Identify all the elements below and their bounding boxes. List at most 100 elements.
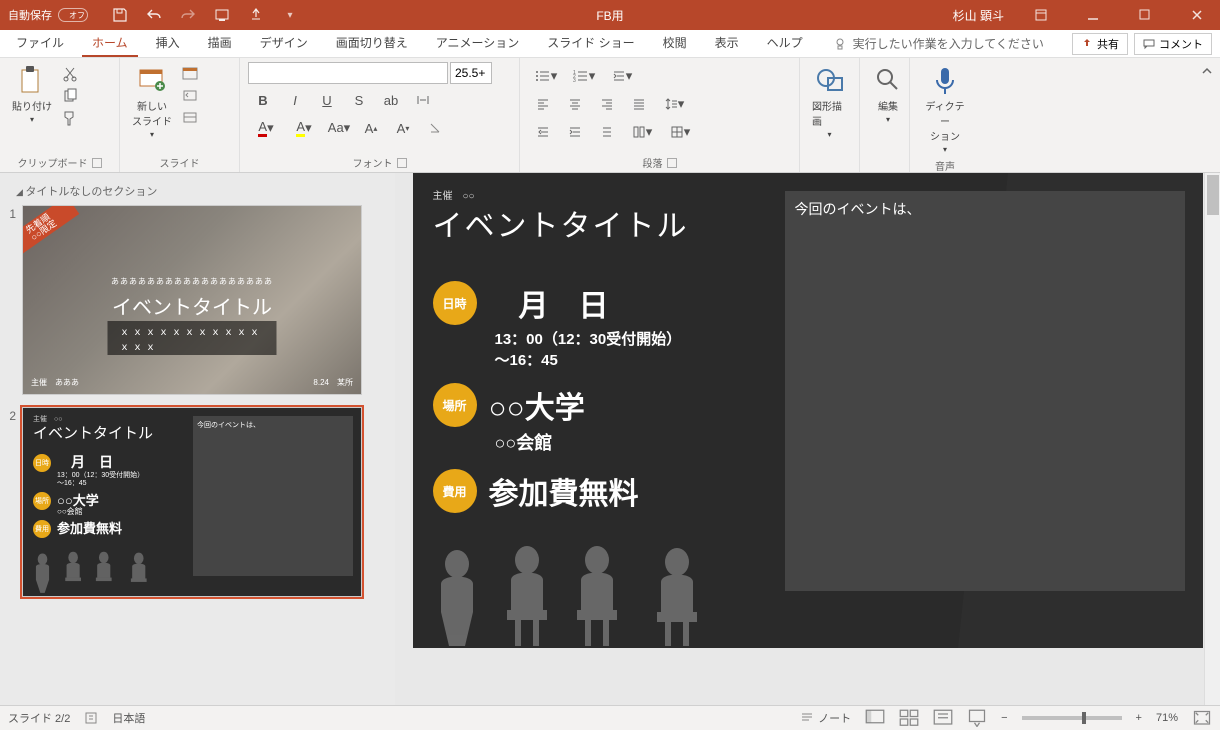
scrollbar-thumb[interactable] — [1207, 175, 1219, 215]
tab-insert[interactable]: 挿入 — [146, 30, 190, 57]
font-launcher[interactable] — [397, 158, 407, 168]
place-sub[interactable]: ○○会館 — [495, 429, 553, 455]
fit-window-icon[interactable] — [1192, 710, 1212, 726]
italic-button[interactable]: I — [280, 88, 310, 112]
tab-slideshow[interactable]: スライド ショー — [537, 30, 644, 57]
paste-button[interactable]: 貼り付け▾ — [8, 62, 56, 126]
copy-icon[interactable] — [62, 88, 78, 104]
accessibility-icon[interactable] — [84, 711, 98, 725]
line-spacing-button[interactable]: ▾ — [656, 92, 692, 116]
grow-font-button[interactable]: A▴ — [356, 116, 386, 140]
minimize-icon[interactable] — [1070, 0, 1116, 30]
place-main[interactable]: ○○大学 — [489, 383, 585, 427]
share-button[interactable]: 共有 — [1072, 33, 1128, 55]
touch-mode-icon[interactable] — [248, 7, 264, 23]
clipboard-launcher[interactable] — [92, 158, 102, 168]
shadow-button[interactable]: ab — [376, 88, 406, 112]
section-name[interactable]: タイトルなしのセクション — [2, 181, 385, 205]
date-sub1[interactable]: 13：00（12：30受付開始） — [495, 328, 682, 349]
shapes-button[interactable]: 図形描画▾ — [808, 62, 851, 141]
format-painter-icon[interactable] — [62, 110, 78, 126]
font-name-combo[interactable] — [248, 62, 448, 84]
highlight-button[interactable]: A▾ — [286, 116, 322, 140]
cut-icon[interactable] — [62, 66, 78, 82]
font-size-combo[interactable]: 25.5+ — [450, 62, 492, 84]
char-spacing-button[interactable] — [408, 88, 438, 112]
autosave-switch[interactable]: オフ — [58, 8, 88, 22]
bullets-button[interactable]: ▾ — [528, 64, 564, 88]
date-main[interactable]: 月 日 — [489, 281, 609, 325]
autosave-toggle[interactable]: 自動保存 オフ — [8, 7, 88, 23]
align-right-button[interactable] — [592, 92, 622, 116]
zoom-slider-thumb[interactable] — [1082, 712, 1086, 724]
clear-format-button[interactable] — [420, 116, 450, 140]
save-icon[interactable] — [112, 7, 128, 23]
indent-more-button[interactable]: ▾ — [604, 64, 640, 88]
language-indicator[interactable]: 日本語 — [112, 710, 145, 726]
current-slide[interactable]: 主催 ○○ イベントタイトル 日時 月 日 13：00（12：30受付開始） ～… — [413, 173, 1203, 648]
normal-view-icon[interactable] — [865, 710, 885, 726]
increase-indent-button[interactable] — [560, 120, 590, 144]
slide-title[interactable]: イベントタイトル — [433, 201, 689, 245]
font-color-button[interactable]: A▾ — [248, 116, 284, 140]
slide-thumbnail-2[interactable]: 主催 ○○ イベントタイトル 日時 月 日 13：00（12：30受付開始） ～… — [22, 407, 362, 597]
date-badge[interactable]: 日時 — [433, 281, 477, 325]
maximize-icon[interactable] — [1122, 0, 1168, 30]
slide-thumbnails-panel[interactable]: タイトルなしのセクション 1 先着順 ○○限定 ああああああああああああああああ… — [0, 173, 395, 705]
tab-file[interactable]: ファイル — [6, 30, 74, 57]
fee-badge[interactable]: 費用 — [433, 469, 477, 513]
zoom-slider[interactable] — [1022, 716, 1122, 720]
tab-home[interactable]: ホーム — [82, 30, 138, 57]
strike-button[interactable]: S — [344, 88, 374, 112]
zoom-in-button[interactable]: + — [1136, 712, 1142, 724]
change-case-button[interactable]: Aa▾ — [324, 116, 354, 140]
slide-right-textbox[interactable]: 今回のイベントは、 — [785, 191, 1185, 591]
slide-thumbnail-1[interactable]: 先着順 ○○限定 ああああああああああああああああああ イベントタイトル ｘｘｘ… — [22, 205, 362, 395]
tab-review[interactable]: 校閲 — [653, 30, 697, 57]
dictation-button[interactable]: ディクテー ション▾ — [918, 62, 972, 156]
smartart-button[interactable]: ▾ — [662, 120, 698, 144]
fee-main[interactable]: 参加費無料 — [489, 469, 639, 513]
tab-draw[interactable]: 描画 — [198, 30, 242, 57]
text-direction-button[interactable] — [592, 120, 622, 144]
undo-icon[interactable] — [146, 7, 162, 23]
slideshow-view-icon[interactable] — [967, 710, 987, 726]
numbering-button[interactable]: 123▾ — [566, 64, 602, 88]
ribbon-options-icon[interactable] — [1018, 0, 1064, 30]
columns-button[interactable]: ▾ — [624, 120, 660, 144]
close-icon[interactable] — [1174, 0, 1220, 30]
from-beginning-icon[interactable] — [214, 7, 230, 23]
slide-counter[interactable]: スライド 2/2 — [8, 710, 70, 726]
notes-button[interactable]: ノート — [800, 710, 851, 726]
reset-icon[interactable] — [182, 88, 198, 104]
comments-button[interactable]: コメント — [1134, 33, 1212, 55]
redo-icon[interactable] — [180, 7, 196, 23]
tell-me-search[interactable]: 実行したい作業を入力してください — [833, 35, 1044, 52]
user-name[interactable]: 杉山 顕斗 — [953, 7, 1004, 24]
place-badge[interactable]: 場所 — [433, 383, 477, 427]
find-button[interactable]: 編集▾ — [868, 62, 908, 126]
new-slide-button[interactable]: 新しい スライド▾ — [128, 62, 176, 141]
underline-button[interactable]: U — [312, 88, 342, 112]
tab-view[interactable]: 表示 — [705, 30, 749, 57]
qat-more-icon[interactable]: ▾ — [282, 7, 298, 23]
sorter-view-icon[interactable] — [899, 710, 919, 726]
bold-button[interactable]: B — [248, 88, 278, 112]
tab-design[interactable]: デザイン — [250, 30, 318, 57]
decrease-indent-button[interactable] — [528, 120, 558, 144]
align-center-button[interactable] — [560, 92, 590, 116]
tab-transitions[interactable]: 画面切り替え — [326, 30, 418, 57]
slide-organizer[interactable]: 主催 ○○ — [433, 187, 475, 202]
shrink-font-button[interactable]: A▾ — [388, 116, 418, 140]
zoom-level[interactable]: 71% — [1156, 712, 1178, 724]
tab-animations[interactable]: アニメーション — [426, 30, 530, 57]
justify-button[interactable] — [624, 92, 654, 116]
layout-icon[interactable] — [182, 66, 198, 82]
align-left-button[interactable] — [528, 92, 558, 116]
slide-scrollbar[interactable] — [1204, 173, 1220, 705]
zoom-out-button[interactable]: − — [1001, 712, 1007, 724]
reading-view-icon[interactable] — [933, 710, 953, 726]
slide-edit-area[interactable]: 主催 ○○ イベントタイトル 日時 月 日 13：00（12：30受付開始） ～… — [395, 173, 1220, 705]
paragraph-launcher[interactable] — [667, 158, 677, 168]
section-icon[interactable] — [182, 110, 198, 126]
